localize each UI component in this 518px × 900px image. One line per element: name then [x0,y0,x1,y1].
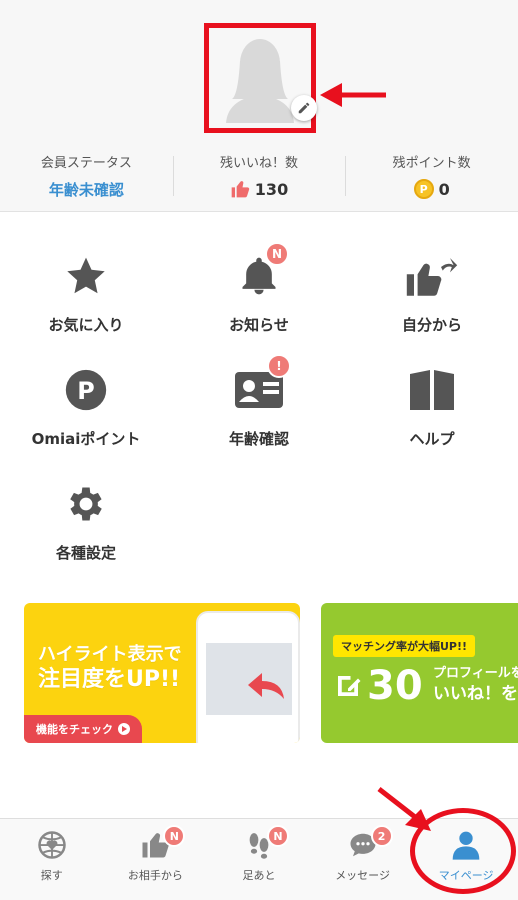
menu-icon-wrap: N [229,242,289,306]
thumbs-up-icon [231,181,250,198]
banner-headline: ハイライト表示で [38,644,182,665]
menu-icon-wrap [56,474,116,534]
menu-icon-wrap: ! [229,354,291,420]
stat-remaining-likes: 残いいね！数 130 [172,150,346,208]
menu-icon-wrap [402,246,462,306]
curved-arrow-icon [248,673,284,699]
alert-badge: ! [267,354,291,378]
highlight-banner-text: ハイライト表示で 注目度をUP!! [38,643,182,695]
menu-label: 年齢確認 [228,430,289,448]
tab-badge: 2 [370,825,393,847]
tab-badge: N [266,825,289,847]
banner-number-row: 30 [333,663,423,709]
menu-label: お知らせ [229,316,289,334]
menu-help[interactable]: ヘルプ [346,344,518,454]
points-count: 0 [438,179,450,199]
menu-age-verification[interactable]: ! 年齢確認 [173,344,345,454]
play-circle-icon [118,723,130,735]
menu-label: ヘルプ [409,430,455,448]
thumbs-up-share-icon [406,258,458,296]
tab-icon-wrap: N [137,825,186,861]
tab-from-partner[interactable]: N お相手から [104,819,208,900]
tab-label: お相手から [127,869,183,882]
tab-label: マイページ [438,869,494,882]
tab-mypage[interactable]: マイページ [414,819,518,900]
check-feature-label: 機能をチェック [36,723,113,736]
check-feature-button[interactable]: 機能をチェック [24,715,142,743]
tab-icon-wrap [34,829,70,861]
menu-icon-wrap [402,360,462,420]
member-stats: 会員ステータス 年齢未確認 残いいね！数 130 残ポイント数 P 0 [0,150,518,208]
avatar[interactable] [222,33,298,123]
likes-count: 130 [254,179,289,199]
banner-pill: マッチング率が大幅UP!! [333,635,476,657]
phone-mockup [196,611,300,743]
stat-label: 会員ステータス [40,156,132,171]
gear-icon [70,487,102,521]
menu-label: お気に入り [48,316,124,334]
banner-subtext: プロフィールを いいね！を [433,666,518,705]
stat-remaining-points: 残ポイント数 P 0 [345,150,518,208]
tab-search[interactable]: 探す [0,819,104,900]
stat-value-row: 130 [173,179,346,199]
menu-favorites[interactable]: お気に入り [0,230,172,340]
tab-footprints[interactable]: N 足あと [207,819,311,900]
banner-subtext-line: プロフィールを [433,666,518,681]
stat-member-status[interactable]: 会員ステータス 年齢未確認 [0,150,173,208]
highlight-banner[interactable]: ハイライト表示で 注目度をUP!! 機能をチェック [24,603,300,743]
edit-avatar-button[interactable] [291,95,317,121]
star-icon [67,257,105,294]
menu-notifications[interactable]: N お知らせ [173,230,345,340]
coin-icon: P [413,179,434,199]
avatar-highlight-box [204,23,317,133]
menu-icon-wrap [56,246,116,306]
promo-banners: ハイライト表示で 注目度をUP!! 機能をチェック マッチング率が大幅UP!! … [0,603,518,743]
menu-settings[interactable]: 各種設定 [0,458,172,568]
svg-text:P: P [77,377,94,405]
person-icon [452,831,480,860]
tab-icon-wrap [448,829,484,861]
menu-omiai-points[interactable]: P Omiaiポイント [0,344,172,454]
bottom-tab-bar: 探す N お相手から N 足あと 2 メッセージ マイページ [0,818,518,900]
menu-label: 自分から [401,316,462,334]
matching-banner[interactable]: マッチング率が大幅UP!! 30 プロフィールを いいね！を [321,603,518,743]
stat-label: 残ポイント数 [392,156,471,171]
menu-from-me[interactable]: 自分から [346,230,518,340]
tab-label: 探す [40,869,63,882]
stat-value: 年齢未確認 [48,181,124,199]
notification-badge: N [265,242,289,266]
tab-label: メッセージ [335,869,390,882]
point-icon: P [65,369,107,411]
tab-label: 足あと [242,869,276,882]
menu-icon-wrap: P [56,360,116,420]
annotation-arrow-left [320,83,386,107]
tab-badge: N [163,825,186,847]
pencil-icon [298,102,310,114]
tab-messages[interactable]: 2 メッセージ [311,819,415,900]
stat-value-row: P 0 [345,179,518,199]
edit-square-icon [338,676,361,696]
profile-header: 会員ステータス 年齢未確認 残いいね！数 130 残ポイント数 P 0 [0,0,518,212]
banner-headline: 注目度をUP!! [38,667,181,693]
tab-icon-wrap: N [241,825,289,861]
globe-heart-icon [38,831,66,859]
menu-label: 各種設定 [55,544,116,562]
book-icon [410,370,454,410]
stat-label: 残いいね！数 [220,156,299,171]
tab-icon-wrap: 2 [345,825,393,861]
menu-label: Omiaiポイント [31,430,141,448]
banner-number: 30 [367,663,423,709]
banner-subtext-line: いいね！を [433,683,518,704]
